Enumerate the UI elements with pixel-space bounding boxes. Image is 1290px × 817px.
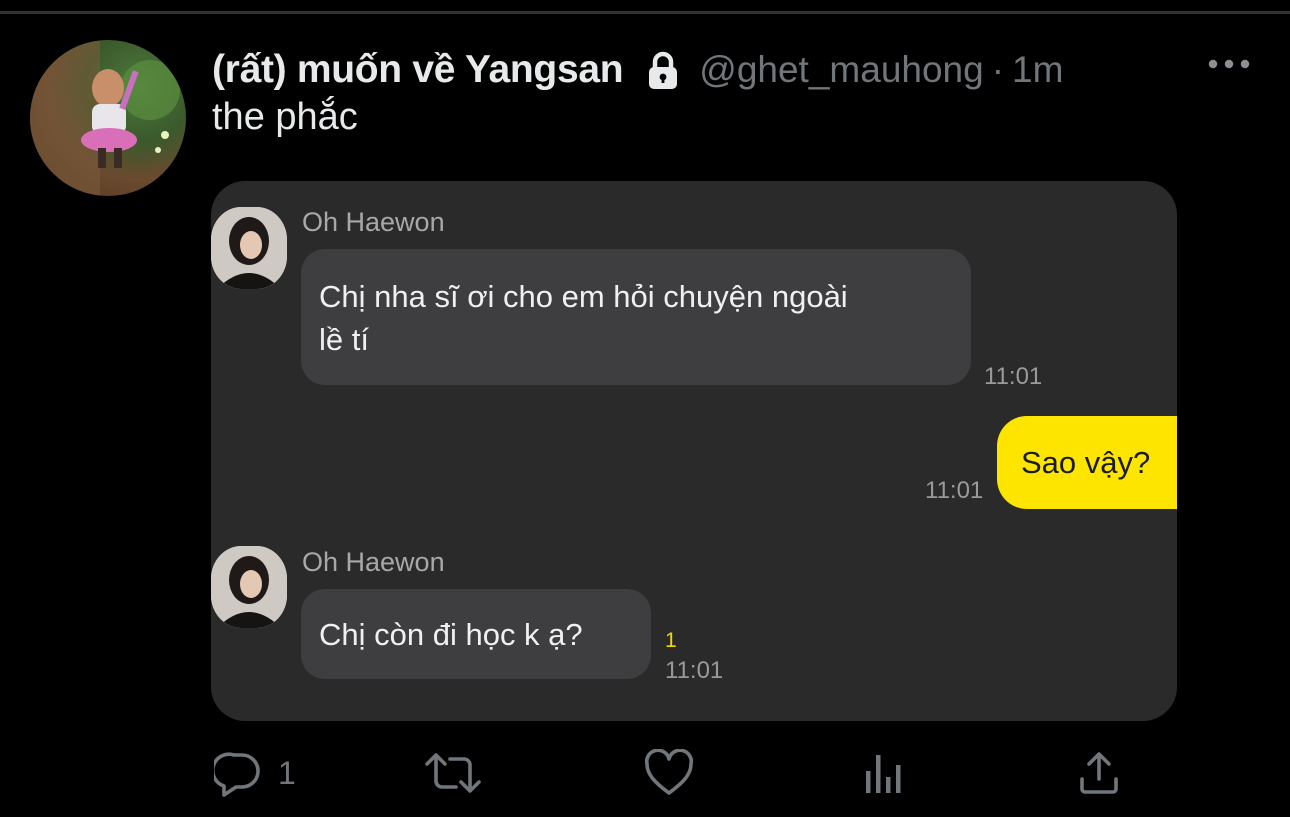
- chat-avatar: [211, 207, 287, 289]
- like-button[interactable]: [644, 749, 694, 797]
- sender-name: Oh Haewon: [302, 207, 445, 237]
- reply-button[interactable]: 1: [214, 749, 296, 797]
- message-text: Sao vậy?: [1021, 445, 1151, 480]
- outgoing-message-bubble: Sao vậy?: [997, 416, 1177, 509]
- message-text: Chị còn đi học k ạ?: [319, 617, 583, 652]
- unread-count: 1: [665, 629, 677, 652]
- share-icon: [1080, 752, 1118, 794]
- views-icon: [866, 755, 901, 793]
- tweet-action-bar: 1: [0, 745, 1290, 801]
- user-handle[interactable]: @ghet_mauhong: [699, 49, 983, 91]
- chat-avatar: [211, 546, 287, 628]
- more-icon[interactable]: [1207, 54, 1251, 74]
- profile-avatar[interactable]: [30, 40, 186, 196]
- message-text-line: Chị nha sĩ ơi cho em hỏi chuyện ngoài: [319, 279, 848, 314]
- avatar-picture: [30, 40, 180, 196]
- tweet-time[interactable]: 1m: [1012, 49, 1063, 91]
- top-divider: [0, 11, 1290, 14]
- reply-icon: [214, 752, 260, 797]
- tweet-header: (rất) muốn về Yangsan @ghet_mauhong · 1m: [212, 46, 1063, 94]
- incoming-message-bubble: Chị nha sĩ ơi cho em hỏi chuyện ngoài lề…: [301, 249, 971, 385]
- share-button[interactable]: [1077, 749, 1121, 797]
- reply-count: 1: [278, 754, 296, 791]
- tweet-media-image[interactable]: Oh Haewon Chị nha sĩ ơi cho em hỏi chuyệ…: [211, 181, 1177, 721]
- message-time: 11:01: [665, 657, 724, 684]
- message-text-line: lề tí: [319, 322, 369, 357]
- message-time: 11:01: [984, 363, 1043, 390]
- retweet-icon: [425, 753, 481, 793]
- sender-name: Oh Haewon: [302, 547, 445, 577]
- message-time: 11:01: [925, 477, 984, 504]
- retweet-button[interactable]: [424, 749, 482, 797]
- display-name[interactable]: (rất) muốn về Yangsan: [212, 48, 624, 92]
- tweet-text: the phắc: [212, 96, 358, 138]
- lock-icon: [649, 51, 678, 89]
- separator-dot: ·: [991, 49, 1005, 90]
- incoming-message-bubble: Chị còn đi học k ạ?: [301, 589, 651, 679]
- like-icon: [644, 749, 694, 795]
- views-button[interactable]: [862, 751, 908, 795]
